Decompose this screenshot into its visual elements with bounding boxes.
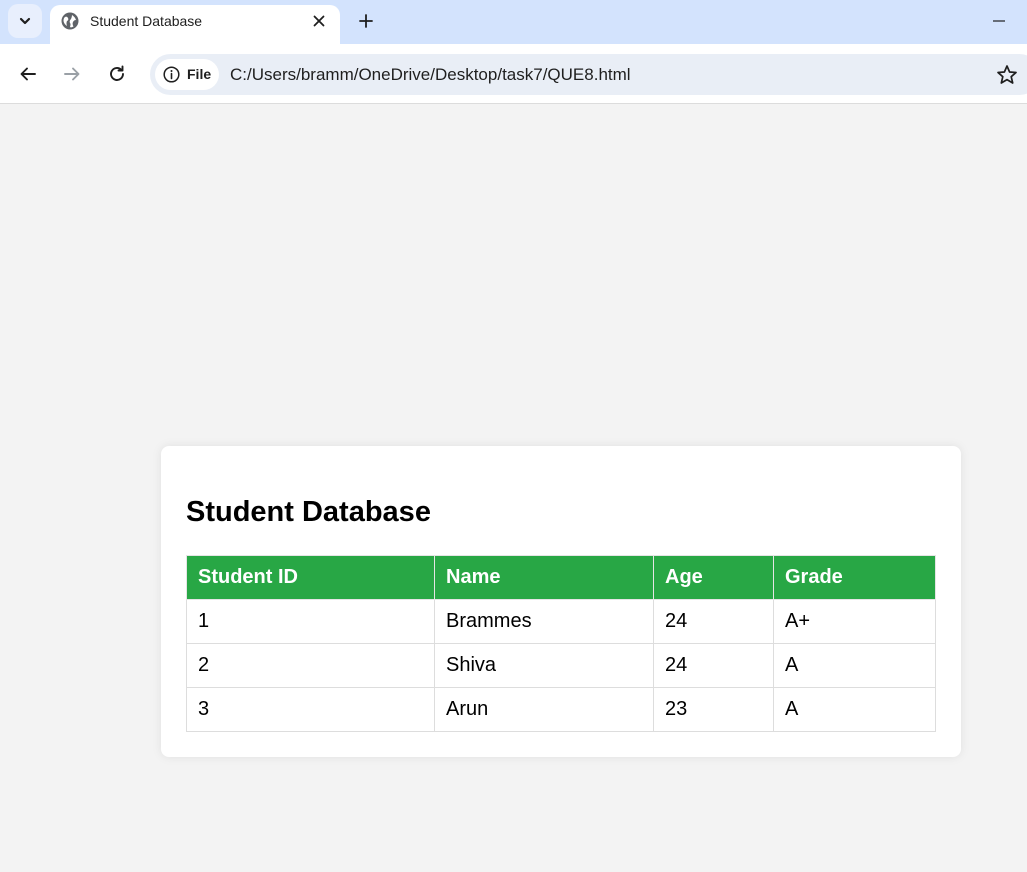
tab-close-button[interactable] xyxy=(309,11,329,31)
site-info-chip[interactable]: File xyxy=(155,59,219,90)
column-header-age: Age xyxy=(653,555,774,600)
cell-grade: A xyxy=(773,687,936,732)
back-arrow-icon xyxy=(20,67,36,81)
cell-student-id: 1 xyxy=(186,599,435,644)
globe-icon xyxy=(61,12,79,30)
forward-arrow-icon xyxy=(64,67,80,81)
page-viewport: Student Database Student ID Name Age Gra… xyxy=(0,104,1027,872)
table-header-row: Student ID Name Age Grade xyxy=(186,555,936,600)
reload-icon xyxy=(110,65,124,81)
cell-age: 24 xyxy=(653,643,774,688)
table-row: 3 Arun 23 A xyxy=(186,687,936,732)
new-tab-button[interactable] xyxy=(352,7,380,35)
column-header-grade: Grade xyxy=(773,555,936,600)
cell-student-id: 2 xyxy=(186,643,435,688)
minimize-button[interactable] xyxy=(986,8,1012,34)
column-header-student-id: Student ID xyxy=(186,555,435,600)
close-icon xyxy=(313,15,325,27)
student-card: Student Database Student ID Name Age Gra… xyxy=(161,446,961,757)
column-header-name: Name xyxy=(434,555,654,600)
chevron-down-icon xyxy=(19,17,31,25)
cell-name: Arun xyxy=(434,687,654,732)
url-text[interactable]: C:/Users/bramm/OneDrive/Desktop/task7/QU… xyxy=(230,65,631,85)
tab-title: Student Database xyxy=(90,13,203,29)
cell-name: Shiva xyxy=(434,643,654,688)
cell-grade: A+ xyxy=(773,599,936,644)
student-table: Student ID Name Age Grade 1 Brammes 24 A… xyxy=(186,555,936,732)
cell-name: Brammes xyxy=(434,599,654,644)
table-row: 1 Brammes 24 A+ xyxy=(186,599,936,644)
minimize-icon xyxy=(993,20,1005,22)
cell-student-id: 3 xyxy=(186,687,435,732)
tab-search-button[interactable] xyxy=(8,4,42,38)
info-icon xyxy=(163,66,180,83)
back-button[interactable] xyxy=(14,60,42,88)
cell-age: 23 xyxy=(653,687,774,732)
page-title: Student Database xyxy=(186,496,431,528)
plus-icon xyxy=(359,14,373,28)
cell-grade: A xyxy=(773,643,936,688)
site-info-label: File xyxy=(187,66,212,82)
address-bar[interactable]: File C:/Users/bramm/OneDrive/Desktop/tas… xyxy=(150,54,1027,95)
reload-button[interactable] xyxy=(103,60,131,88)
cell-age: 24 xyxy=(653,599,774,644)
browser-toolbar: File C:/Users/bramm/OneDrive/Desktop/tas… xyxy=(0,44,1027,104)
tab-strip: Student Database xyxy=(0,0,1027,46)
forward-button[interactable] xyxy=(58,60,86,88)
browser-window: Student Database File C:/Users/bramm/One… xyxy=(0,0,1027,872)
tab-active[interactable]: Student Database xyxy=(50,5,340,46)
bookmark-star-icon[interactable] xyxy=(995,63,1019,87)
table-row: 2 Shiva 24 A xyxy=(186,643,936,688)
